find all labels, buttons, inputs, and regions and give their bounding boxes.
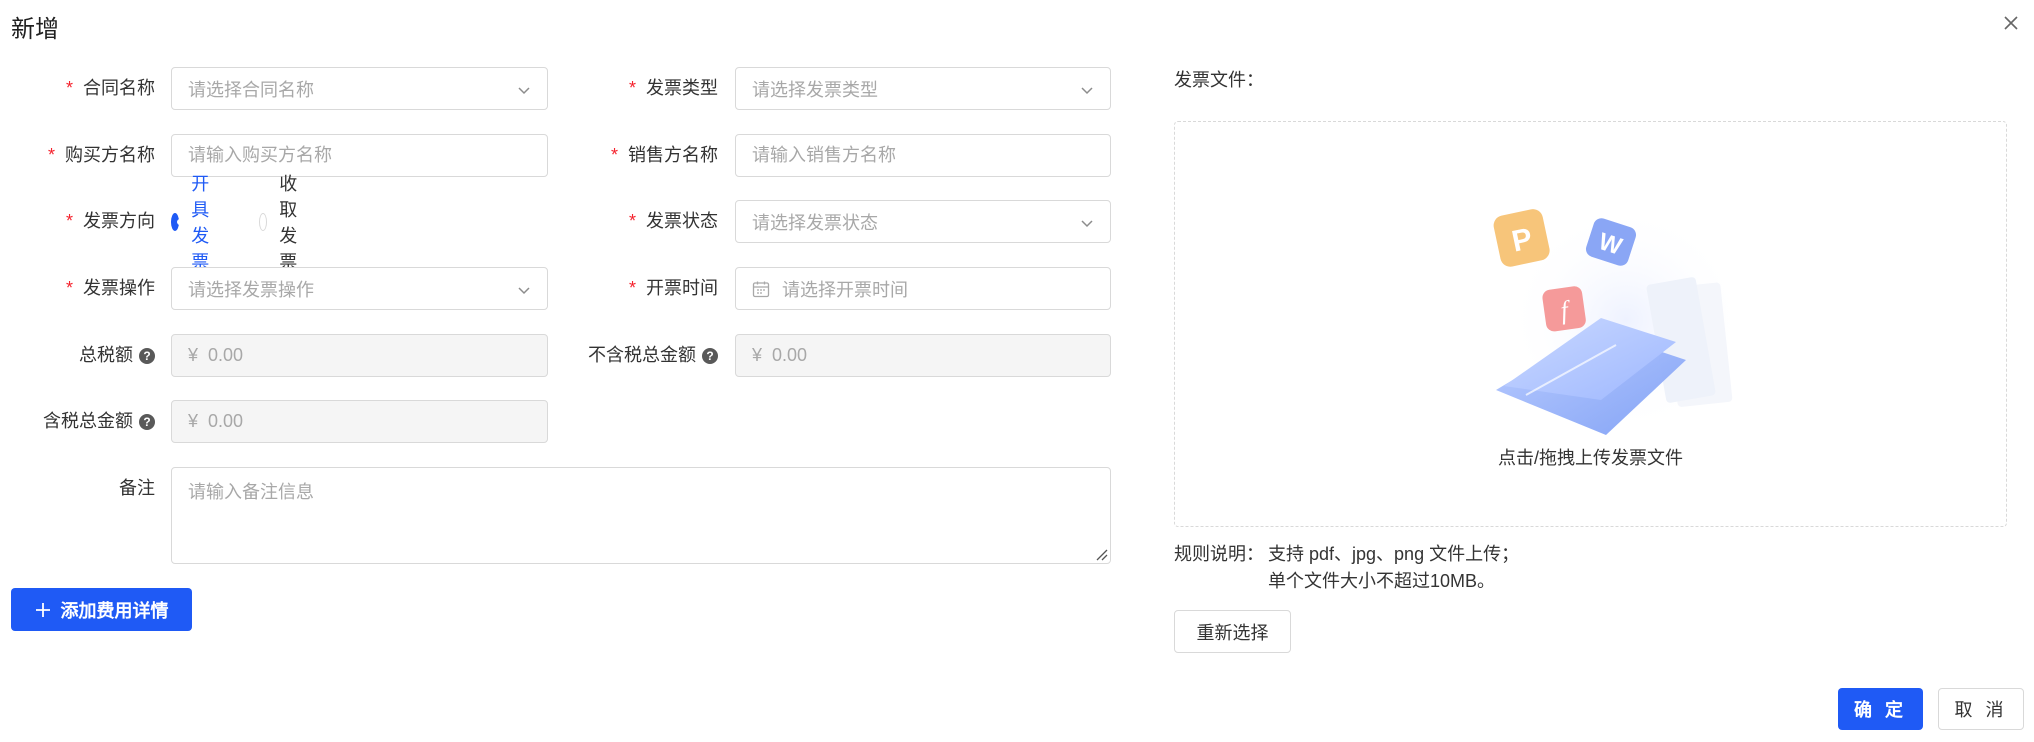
seller-name-input[interactable] — [735, 134, 1111, 177]
question-circle-icon[interactable]: ? — [139, 347, 155, 364]
invoice-operation-select[interactable]: 请选择发票操作 — [171, 267, 548, 310]
total-excl-tax-input: ¥ 0.00 — [735, 334, 1111, 377]
invoice-type-select[interactable]: 请选择发票类型 — [735, 67, 1111, 110]
issue-time-label: * 开票时间 — [628, 278, 718, 298]
buyer-name-input[interactable] — [171, 134, 548, 177]
invoice-type-label: * 发票类型 — [628, 78, 718, 98]
folder-upload-illustration-icon: P W f — [1493, 205, 1736, 435]
radio-checked-icon — [171, 212, 184, 231]
chevron-down-icon — [518, 287, 530, 295]
rule-line-2: 单个文件大小不超过10MB。 — [1268, 571, 1496, 591]
question-circle-icon[interactable]: ? — [702, 347, 718, 364]
plus-icon — [35, 602, 50, 617]
contract-name-label: * 合同名称 — [65, 78, 155, 98]
invoice-status-select[interactable]: 请选择发票状态 — [735, 200, 1111, 243]
chevron-down-icon — [1081, 87, 1093, 95]
total-tax-label: 总税额 ? — [0, 334, 155, 377]
seller-name-label: * 销售方名称 — [610, 145, 718, 165]
invoice-operation-label: * 发票操作 — [65, 278, 155, 298]
radio-unchecked-icon — [259, 212, 268, 231]
question-circle-icon[interactable]: ? — [139, 413, 155, 430]
rule-line-1: 支持 pdf、jpg、png 文件上传； — [1268, 544, 1520, 564]
total-incl-tax-input: ¥ 0.00 — [171, 400, 548, 443]
contract-name-select[interactable]: 请选择合同名称 — [171, 67, 548, 110]
invoice-direction-label: * 发票方向 — [65, 211, 155, 231]
chevron-down-icon — [1081, 220, 1093, 228]
invoice-file-label: 发票文件： — [1174, 70, 1264, 90]
upload-hint: 点击/拖拽上传发票文件 — [1498, 448, 1683, 468]
total-tax-input: ¥ 0.00 — [171, 334, 548, 377]
dialog-title: 新增 — [11, 16, 59, 43]
issue-time-picker[interactable]: 请选择开票时间 — [735, 267, 1111, 310]
close-button[interactable] — [1998, 10, 2024, 36]
total-incl-tax-label: 含税总金额 ? — [0, 400, 155, 443]
remark-textarea[interactable]: 请输入备注信息 — [171, 467, 1111, 564]
invoice-direction-radio-group: 开具发票 收取发票 — [171, 174, 347, 272]
invoice-upload-dropzone[interactable]: P W f 点击/拖拽上传发票文件 — [1174, 121, 2007, 527]
resize-handle-icon[interactable] — [1092, 545, 1108, 561]
radio-receive-invoice[interactable]: 收取发票 — [259, 170, 307, 274]
remark-label: 备注 — [119, 478, 155, 498]
add-fee-details-button[interactable]: 添加费用详情 — [11, 588, 192, 631]
chevron-down-icon — [518, 87, 530, 95]
radio-issue-invoice[interactable]: 开具发票 — [171, 170, 219, 274]
close-icon[interactable] — [2003, 15, 2019, 31]
total-excl-tax-label: 不含税总金额 ? — [560, 334, 718, 377]
ok-button[interactable]: 确 定 — [1838, 688, 1923, 730]
buyer-name-field[interactable] — [188, 145, 531, 166]
reselect-button[interactable]: 重新选择 — [1174, 610, 1291, 653]
buyer-name-label: * 购买方名称 — [47, 145, 155, 165]
seller-name-field[interactable] — [752, 145, 1094, 166]
cancel-button[interactable]: 取 消 — [1938, 688, 2024, 730]
rule-label: 规则说明： — [1174, 544, 1264, 564]
calendar-icon — [752, 281, 770, 297]
invoice-status-label: * 发票状态 — [628, 211, 718, 231]
add-invoice-dialog: 新增 *合同名称 请选择合同名称 *发票类型 请选择发票类型 *购买方名称 — [0, 0, 2034, 742]
remark-placeholder: 请输入备注信息 — [188, 482, 314, 502]
